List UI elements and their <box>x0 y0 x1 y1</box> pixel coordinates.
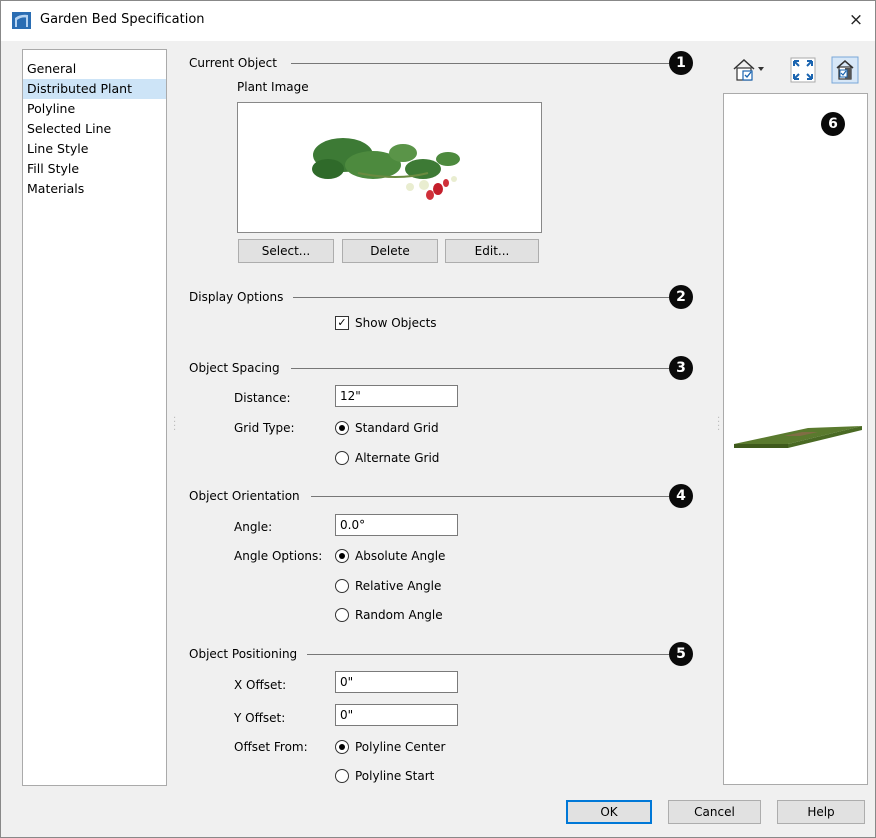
checkbox-checked-icon[interactable]: ✓ <box>335 315 349 330</box>
window-title: Garden Bed Specification <box>40 12 205 27</box>
distance-label: Distance: <box>234 391 291 405</box>
relative-angle-radio[interactable]: Relative Angle <box>335 577 441 595</box>
nav-item-materials[interactable]: Materials <box>23 179 166 199</box>
title-bar: Garden Bed Specification × <box>1 1 875 41</box>
random-angle-radio[interactable]: Random Angle <box>335 606 443 624</box>
section-divider <box>311 496 669 497</box>
radio-unselected-icon[interactable] <box>335 607 349 622</box>
absolute-angle-radio[interactable]: Absolute Angle <box>335 547 445 565</box>
garden-bed-preview-model <box>734 426 862 448</box>
y-offset-label: Y Offset: <box>234 711 286 725</box>
x-offset-label: X Offset: <box>234 678 287 692</box>
offset-from-label: Offset From: <box>234 740 308 754</box>
radio-unselected-icon[interactable] <box>335 450 349 465</box>
section-divider <box>291 63 669 64</box>
x-offset-input[interactable] <box>335 671 458 693</box>
radio-selected-icon[interactable] <box>335 420 349 435</box>
strawberry-plant-image <box>312 138 460 200</box>
category-list: General Distributed Plant Polyline Selec… <box>22 49 167 786</box>
garden-bed-dialog: Garden Bed Specification × General Distr… <box>0 0 876 838</box>
callout-badge-2: 2 <box>669 285 693 309</box>
app-icon <box>12 12 31 29</box>
show-objects-label: Show Objects <box>355 316 437 330</box>
polyline-center-radio[interactable]: Polyline Center <box>335 738 445 756</box>
polyline-center-label: Polyline Center <box>355 740 446 754</box>
object-orientation-heading: Object Orientation <box>189 489 300 503</box>
right-splitter-handle[interactable]: · · · · <box>717 414 720 436</box>
callout-badge-5: 5 <box>669 642 693 666</box>
display-options-heading: Display Options <box>189 290 284 304</box>
absolute-angle-label: Absolute Angle <box>355 549 446 563</box>
show-objects-checkbox[interactable]: ✓ Show Objects <box>335 314 437 332</box>
section-divider <box>291 368 669 369</box>
angle-input[interactable] <box>335 514 458 536</box>
plant-image-preview <box>237 102 542 233</box>
distance-input[interactable] <box>335 385 458 407</box>
object-positioning-heading: Object Positioning <box>189 647 298 661</box>
nav-item-line-style[interactable]: Line Style <box>23 139 166 159</box>
object-spacing-heading: Object Spacing <box>189 361 280 375</box>
edit-button[interactable]: Edit... <box>445 239 539 263</box>
fit-to-window-icon[interactable] <box>789 56 817 84</box>
nav-item-general[interactable]: General <box>23 59 166 79</box>
plant-image-label: Plant Image <box>237 80 309 94</box>
callout-badge-3: 3 <box>669 356 693 380</box>
nav-item-fill-style[interactable]: Fill Style <box>23 159 166 179</box>
callout-badge-6: 6 <box>821 112 845 136</box>
section-divider <box>293 297 669 298</box>
polyline-start-radio[interactable]: Polyline Start <box>335 767 434 785</box>
delete-button[interactable]: Delete <box>342 239 438 263</box>
y-offset-input[interactable] <box>335 704 458 726</box>
angle-options-label: Angle Options: <box>234 549 323 563</box>
random-angle-label: Random Angle <box>355 608 443 622</box>
current-object-heading: Current Object <box>189 56 277 70</box>
view-options-icon[interactable] <box>731 56 765 84</box>
preview-toggle-icon[interactable] <box>831 56 859 84</box>
standard-grid-radio[interactable]: Standard Grid <box>335 419 439 437</box>
3d-preview-panel[interactable]: 6 <box>723 93 868 785</box>
help-button[interactable]: Help <box>777 800 865 824</box>
relative-angle-label: Relative Angle <box>355 579 442 593</box>
ok-button[interactable]: OK <box>566 800 652 824</box>
alternate-grid-label: Alternate Grid <box>355 451 440 465</box>
standard-grid-label: Standard Grid <box>355 421 439 435</box>
select-button[interactable]: Select... <box>238 239 334 263</box>
grid-type-label: Grid Type: <box>234 421 295 435</box>
polyline-start-label: Polyline Start <box>355 769 435 783</box>
section-divider <box>307 654 669 655</box>
nav-item-polyline[interactable]: Polyline <box>23 99 166 119</box>
close-button[interactable]: × <box>843 7 869 33</box>
nav-item-selected-line[interactable]: Selected Line <box>23 119 166 139</box>
angle-label: Angle: <box>234 520 273 534</box>
radio-unselected-icon[interactable] <box>335 578 349 593</box>
cancel-button[interactable]: Cancel <box>668 800 761 824</box>
radio-selected-icon[interactable] <box>335 739 349 754</box>
alternate-grid-radio[interactable]: Alternate Grid <box>335 449 439 467</box>
radio-selected-icon[interactable] <box>335 548 349 563</box>
nav-item-distributed-plant[interactable]: Distributed Plant <box>23 79 166 99</box>
left-splitter-handle[interactable]: · · · · <box>173 414 176 436</box>
radio-unselected-icon[interactable] <box>335 768 349 783</box>
callout-badge-4: 4 <box>669 484 693 508</box>
callout-badge-1: 1 <box>669 51 693 75</box>
